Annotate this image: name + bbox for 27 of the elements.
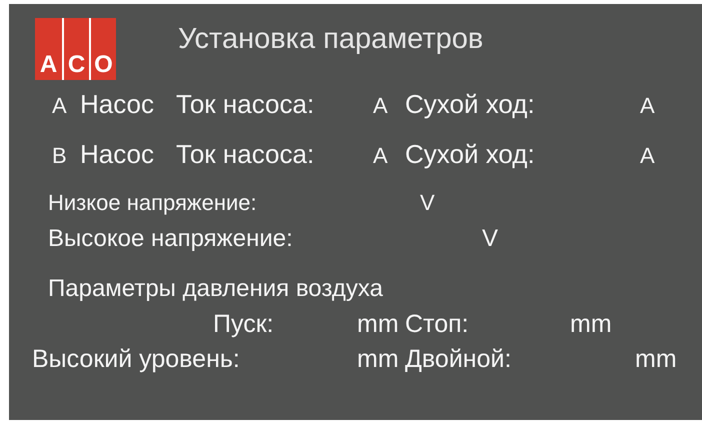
pump-current-label: Ток насоса: xyxy=(176,140,316,170)
unit-label: V xyxy=(482,225,498,253)
section-heading: Параметры давления воздуха xyxy=(48,274,383,302)
unit-label: А xyxy=(373,93,389,118)
voltage-label: Высокое напряжение: xyxy=(48,225,294,253)
pump-letter: В xyxy=(52,142,68,168)
unit-label: А xyxy=(640,93,655,118)
pump-current-label: Ток насоса: xyxy=(176,90,316,120)
dry-run-label: Сухой ход: xyxy=(405,140,536,170)
unit-label: V xyxy=(420,190,435,216)
logo: A C O xyxy=(35,18,116,80)
unit-label: А xyxy=(373,142,389,168)
unit-label: mm xyxy=(570,310,612,340)
pressure-label: Пуск: xyxy=(213,310,275,340)
pressure-label: Стоп: xyxy=(405,310,470,340)
unit-label: А xyxy=(640,142,655,168)
unit-label: mm xyxy=(357,310,400,340)
voltage-label: Низкое напряжение: xyxy=(48,190,258,216)
pressure-label: Двойной: xyxy=(405,345,512,374)
pump-label: Насос xyxy=(80,90,155,120)
pressure-label: Высокий уровень: xyxy=(32,345,241,374)
pump-label: Насос xyxy=(80,140,155,170)
pump-letter: А xyxy=(52,93,68,118)
screen-title: Установка параметров xyxy=(178,22,484,56)
unit-label: mm xyxy=(635,345,677,374)
dry-run-label: Сухой ход: xyxy=(405,90,536,120)
unit-label: mm xyxy=(357,345,400,374)
